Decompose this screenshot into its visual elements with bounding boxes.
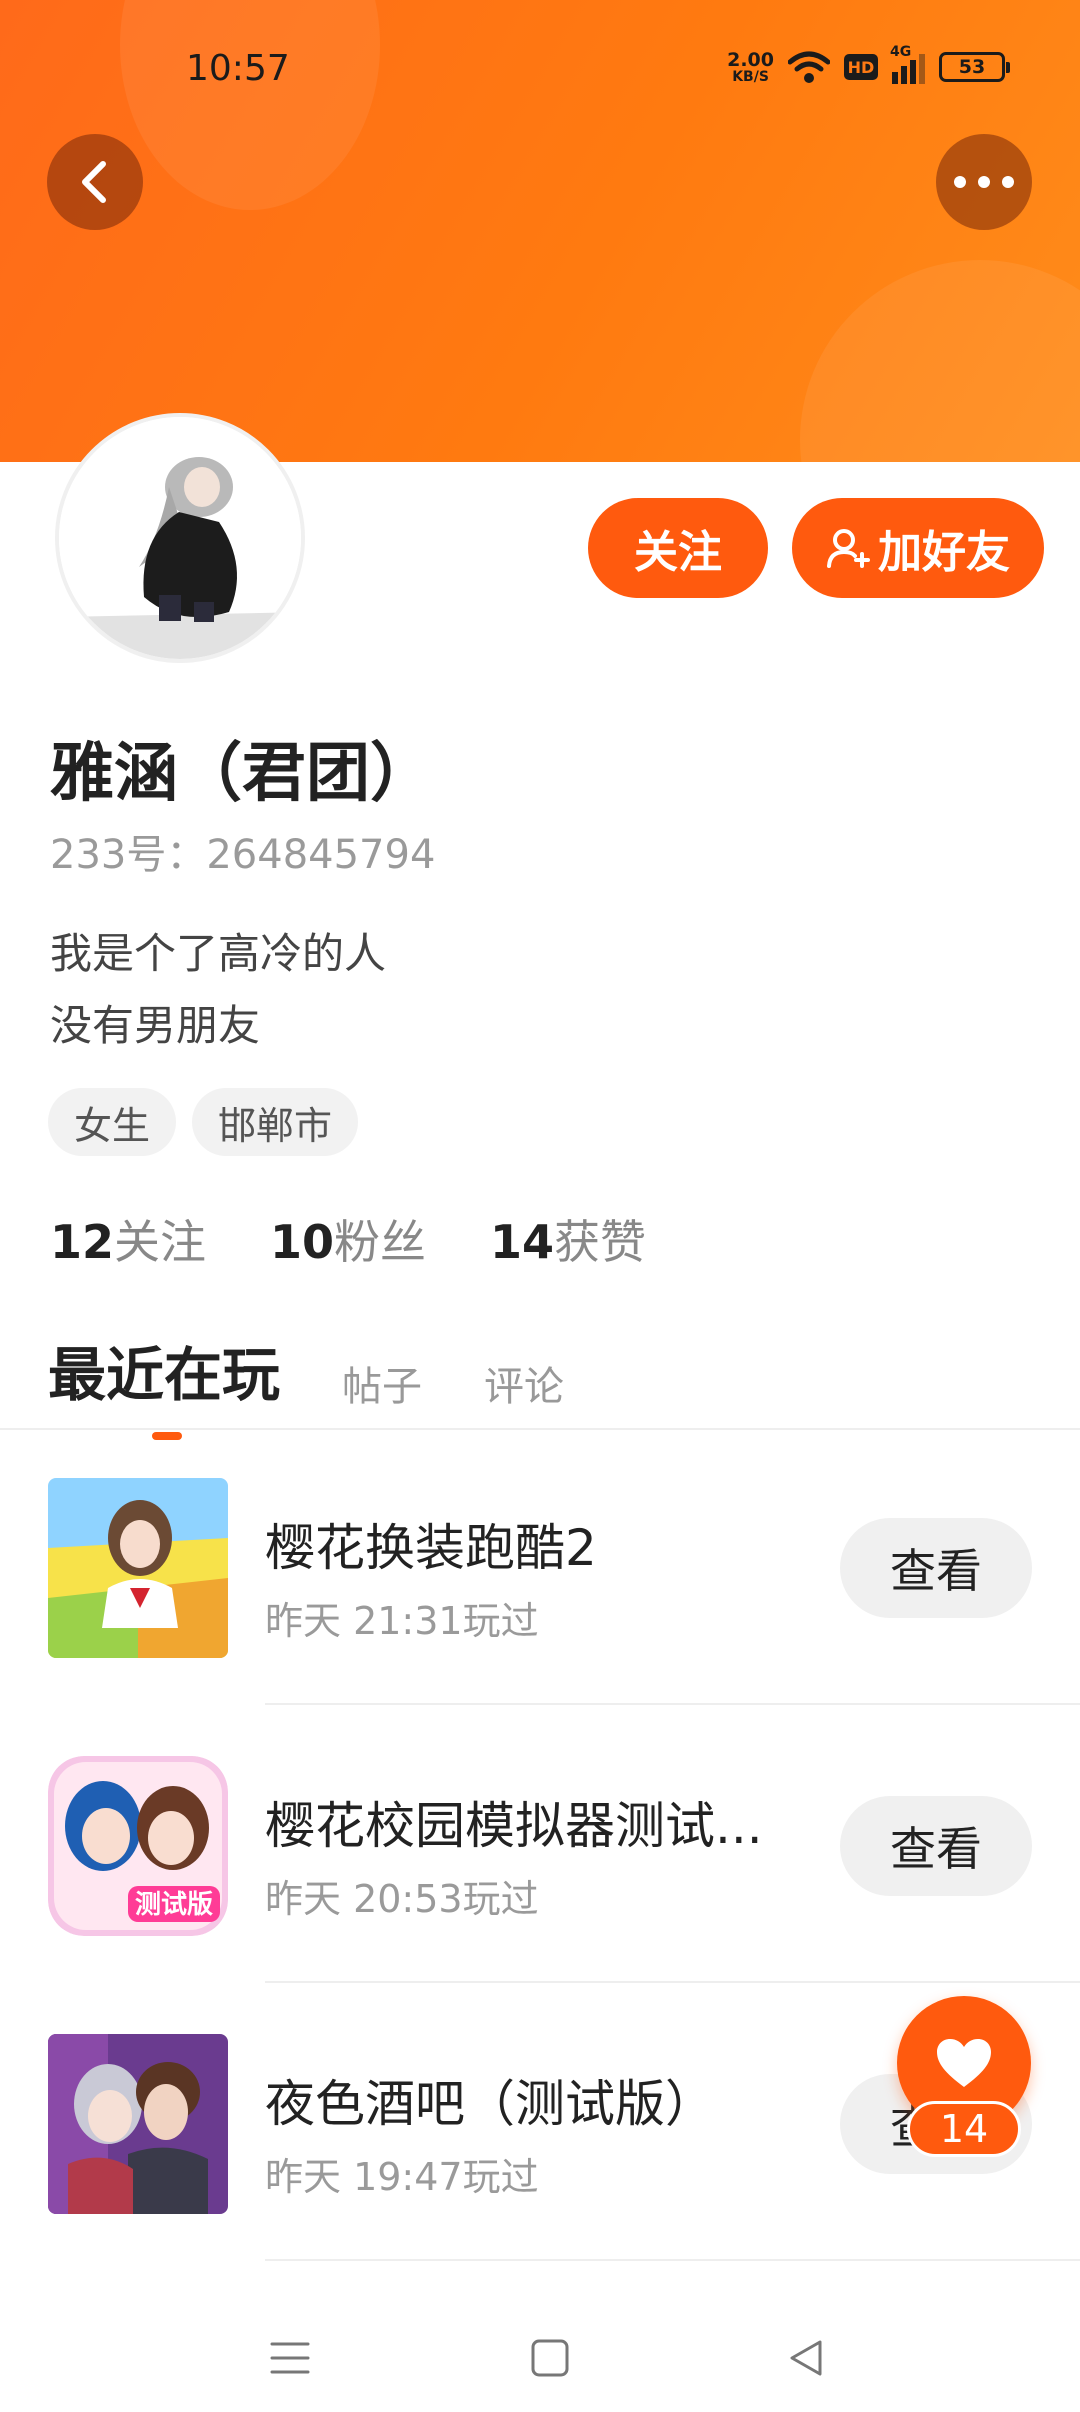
add-friend-button[interactable]: 加好友 <box>792 498 1044 598</box>
menu-icon <box>270 2342 310 2374</box>
tab-comments[interactable]: 评论 <box>484 1354 564 1420</box>
home-square-icon <box>531 2339 569 2377</box>
heart-icon <box>937 2039 991 2087</box>
network-speed: 2.00 KB/S <box>727 48 774 85</box>
system-navigation-bar <box>0 2290 1080 2412</box>
tag-gender: 女生 <box>48 1088 177 1156</box>
wifi-icon <box>788 51 830 83</box>
game-last-played: 昨天 20:53玩过 <box>265 1877 539 1921</box>
menu-nav-button[interactable] <box>260 2328 320 2388</box>
battery-indicator: 53 <box>939 52 1010 82</box>
more-dots-icon <box>954 176 1014 188</box>
divider <box>265 1981 1080 1983</box>
like-count-badge: 14 <box>907 2101 1021 2157</box>
view-button[interactable]: 查看 <box>840 1796 1032 1896</box>
profile-bio: 我是个了高冷的人 没有男朋友 <box>50 918 386 1062</box>
more-options-button[interactable] <box>936 134 1032 230</box>
status-time: 10:57 <box>186 48 290 89</box>
add-friend-label: 加好友 <box>878 527 1010 578</box>
network-speed-unit: KB/S <box>732 68 769 85</box>
stat-number: 10 <box>270 1215 335 1269</box>
stat-label: 粉丝 <box>334 1215 427 1269</box>
bio-line: 没有男朋友 <box>50 1001 261 1050</box>
back-button[interactable] <box>47 134 143 230</box>
divider <box>265 1703 1080 1705</box>
game-last-played: 昨天 21:31玩过 <box>265 1599 539 1643</box>
tab-posts[interactable]: 帖子 <box>342 1354 422 1420</box>
tab-active-indicator <box>152 1432 182 1440</box>
game-title: 樱花校园模拟器测试... <box>265 1797 763 1855</box>
stat-followers[interactable]: 10粉丝 <box>270 1206 426 1272</box>
game-icon: 测试版 <box>48 1756 228 1936</box>
profile-tabs: 最近在玩 帖子 评论 <box>48 1328 564 1440</box>
divider <box>265 2259 1080 2261</box>
tab-recently-played[interactable]: 最近在玩 <box>48 1328 281 1440</box>
stat-likes[interactable]: 14获赞 <box>490 1206 646 1272</box>
chevron-left-icon <box>82 161 106 203</box>
stat-number: 12 <box>50 1215 115 1269</box>
banner-decoration <box>800 260 1080 462</box>
stat-number: 14 <box>490 1215 555 1269</box>
game-icon <box>48 2034 228 2214</box>
network-type: 4G <box>890 44 912 60</box>
status-icons: 2.00 KB/S HD 4G 53 <box>727 44 1010 85</box>
game-icon <box>48 1478 228 1658</box>
game-title: 樱花换装跑酷2 <box>265 1519 597 1577</box>
divider <box>0 1428 1080 1430</box>
cellular-signal-icon: 4G <box>890 44 925 84</box>
status-bar: 10:57 2.00 KB/S HD 4G 53 <box>0 0 1080 140</box>
home-nav-button[interactable] <box>520 2328 580 2388</box>
avatar[interactable] <box>55 413 305 663</box>
tab-label: 最近在玩 <box>48 1341 281 1409</box>
follow-button-label: 关注 <box>634 527 722 578</box>
svg-text:测试版: 测试版 <box>135 1890 213 1920</box>
profile-tags: 女生 邯郸市 <box>48 1088 359 1156</box>
stat-following[interactable]: 12关注 <box>50 1206 206 1272</box>
profile-uid: 233号：264845794 <box>50 832 436 878</box>
profile-name: 雅涵（君团） <box>50 737 434 811</box>
hd-badge: HD <box>844 54 878 80</box>
back-triangle-icon <box>790 2340 822 2376</box>
game-last-played: 昨天 19:47玩过 <box>265 2155 539 2199</box>
network-speed-value: 2.00 <box>727 48 774 71</box>
avatar-image <box>59 417 301 659</box>
list-item[interactable]: 樱花换装跑酷2 昨天 21:31玩过 查看 <box>0 1478 1080 1756</box>
list-item[interactable]: 测试版 樱花校园模拟器测试... 昨天 20:53玩过 查看 <box>0 1756 1080 2034</box>
stat-label: 关注 <box>114 1215 207 1269</box>
game-title: 夜色酒吧（测试版） <box>265 2075 715 2133</box>
tag-city: 邯郸市 <box>192 1088 359 1156</box>
back-nav-button[interactable] <box>776 2328 836 2388</box>
view-button[interactable]: 查看 <box>840 1518 1032 1618</box>
stat-label: 获赞 <box>554 1215 647 1269</box>
add-user-icon <box>827 529 870 568</box>
follow-button[interactable]: 关注 <box>588 498 768 598</box>
bio-line: 我是个了高冷的人 <box>50 929 387 978</box>
profile-stats: 12关注 10粉丝 14获赞 <box>50 1206 646 1272</box>
